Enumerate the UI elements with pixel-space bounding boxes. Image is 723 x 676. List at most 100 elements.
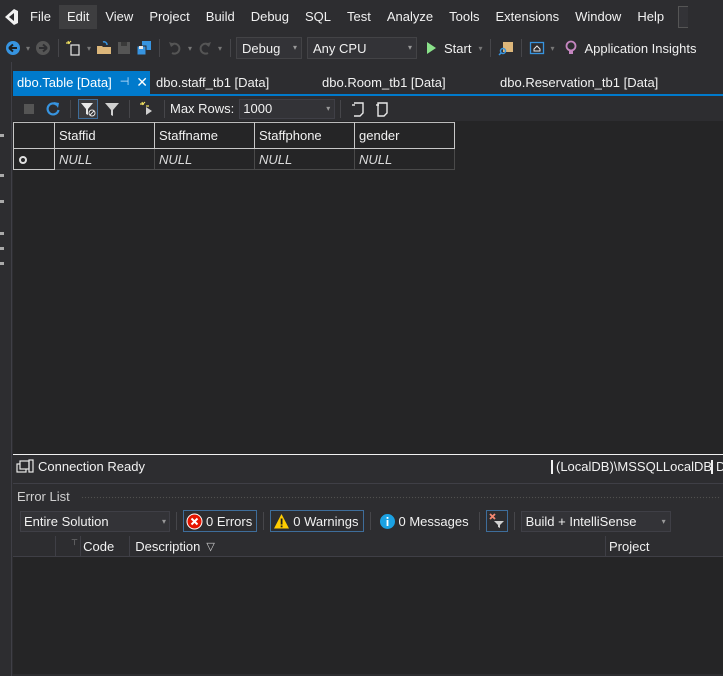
left-tool-strip	[0, 62, 12, 676]
menu-help[interactable]: Help	[629, 5, 672, 29]
start-button[interactable]: Start	[421, 41, 475, 56]
toolbar-separator	[70, 99, 71, 118]
tab-staff-tb1[interactable]: dbo.staff_tb1 [Data]	[152, 71, 318, 94]
apply-filter-toggle-icon[interactable]	[78, 98, 98, 119]
menu-view[interactable]: View	[97, 5, 141, 29]
new-row-marker-icon	[19, 155, 27, 164]
new-row-selector[interactable]	[13, 148, 55, 170]
error-list-header: ⊤ Code Description ▽ Project	[13, 535, 723, 557]
panel-divider[interactable]	[13, 483, 723, 484]
script-to-window-icon[interactable]	[372, 99, 392, 119]
column-header-gender[interactable]: gender	[354, 122, 455, 149]
toolbar-separator	[340, 99, 342, 118]
new-item-dropdown-icon[interactable]: ▾	[84, 38, 94, 58]
scope-select[interactable]: Entire Solution ▾	[20, 510, 170, 532]
execute-script-icon[interactable]	[137, 99, 157, 119]
error-list-title: Error List	[17, 489, 70, 504]
menu-project[interactable]: Project	[141, 5, 197, 29]
error-list-toolbar: Entire Solution ▾ 0 Errors 0 Warnings 0 M…	[13, 509, 723, 533]
data-grid: Staffid Staffname Staffphone gender NULL…	[13, 122, 455, 170]
open-folder-icon[interactable]	[94, 38, 114, 58]
solution-platform-select[interactable]: Any CPU ▾	[307, 37, 417, 59]
column-header-project[interactable]: Project	[605, 535, 723, 557]
grid-cell[interactable]: NULL	[154, 148, 255, 170]
menu-edit[interactable]: Edit	[58, 5, 98, 29]
start-dropdown-icon[interactable]: ▾	[475, 38, 485, 58]
data-toolbar: Max Rows: 1000 ▾	[13, 96, 723, 121]
pin-icon[interactable]: ⊣	[120, 71, 130, 94]
error-icon	[186, 513, 203, 530]
application-insights-button[interactable]: Application Insights	[584, 41, 696, 56]
chevron-down-icon: ▾	[407, 43, 412, 52]
menu-tools[interactable]: Tools	[441, 5, 487, 29]
grid-corner-cell[interactable]	[13, 122, 55, 149]
toolbar-separator	[159, 39, 160, 57]
refresh-icon[interactable]	[43, 99, 63, 119]
menu-extensions[interactable]: Extensions	[487, 5, 567, 29]
grid-cell[interactable]: NULL	[54, 148, 155, 170]
menu-analyze[interactable]: Analyze	[379, 5, 441, 29]
navigate-forward-icon[interactable]	[33, 38, 53, 58]
menu-bar: File Edit View Project Build Debug SQL T…	[0, 0, 723, 34]
navigate-back-icon[interactable]	[3, 38, 23, 58]
menu-build[interactable]: Build	[198, 5, 243, 29]
undo-icon[interactable]	[165, 38, 185, 58]
sort-descending-icon: ▽	[206, 540, 215, 553]
close-icon[interactable]: ✕	[136, 71, 148, 94]
query-status-bar: Connection Ready (LocalDB)\MSSQLLocalDB …	[13, 454, 723, 478]
column-header-code[interactable]: Code	[80, 535, 129, 557]
save-all-icon[interactable]	[134, 38, 154, 58]
grid-cell[interactable]: NULL	[354, 148, 455, 170]
column-header-staffname[interactable]: Staffname	[154, 122, 255, 149]
toolbar-separator	[478, 512, 480, 530]
column-header-staffid[interactable]: Staffid	[54, 122, 155, 149]
panel-drag-handle[interactable]	[81, 496, 721, 500]
main-toolbar: ▾ ▾ ▾ ▾ Debug ▾ Any CPU ▾ Start ▾ ▾ Appl…	[0, 34, 723, 62]
chevron-down-icon: ▾	[292, 43, 297, 52]
max-rows-select[interactable]: 1000 ▾	[239, 98, 336, 119]
error-list-panel: Error List Entire Solution ▾ 0 Errors 0 W…	[13, 485, 723, 676]
toolbar-separator	[490, 39, 492, 57]
menu-window[interactable]: Window	[567, 5, 629, 29]
tab-dbo-table[interactable]: dbo.Table [Data] ⊣ ✕	[13, 71, 151, 94]
filter-icon[interactable]	[102, 99, 122, 119]
errors-toggle-button[interactable]: 0 Errors	[183, 510, 258, 532]
column-header-category[interactable]	[27, 536, 55, 557]
menu-debug[interactable]: Debug	[243, 5, 297, 29]
messages-toggle-button[interactable]: 0 Messages	[377, 510, 473, 532]
solution-configuration-select[interactable]: Debug ▾	[236, 37, 302, 59]
column-header-suppression-icon[interactable]: ⊤	[54, 535, 81, 557]
toolbar-separator	[176, 512, 177, 530]
clear-filter-icon[interactable]	[485, 510, 508, 532]
column-header-description[interactable]: Description ▽	[129, 535, 605, 557]
new-item-icon[interactable]	[64, 38, 84, 58]
stop-icon[interactable]	[19, 99, 39, 119]
chevron-down-icon: ▾	[161, 516, 166, 526]
menu-test[interactable]: Test	[339, 5, 379, 29]
build-intellisense-select[interactable]: Build + IntelliSense ▾	[520, 510, 671, 532]
table-row: NULL NULL NULL NULL	[13, 148, 455, 170]
browser-link-icon[interactable]	[527, 38, 547, 58]
menu-sql[interactable]: SQL	[297, 5, 339, 29]
tab-room-tb1[interactable]: dbo.Room_tb1 [Data]	[318, 71, 496, 94]
error-list-body	[13, 557, 723, 674]
chevron-down-icon: ▾	[661, 516, 666, 526]
find-in-files-icon[interactable]	[496, 38, 516, 58]
redo-icon[interactable]	[195, 38, 215, 58]
column-header-staffphone[interactable]: Staffphone	[254, 122, 355, 149]
save-icon[interactable]	[114, 38, 134, 58]
grid-header-row: Staffid Staffname Staffphone gender	[13, 122, 455, 149]
warnings-toggle-button[interactable]: 0 Warnings	[270, 510, 364, 532]
grid-cell[interactable]: NULL	[254, 148, 355, 170]
undo-dropdown-icon[interactable]: ▾	[185, 38, 195, 58]
tab-reservation-tb1[interactable]: dbo.Reservation_tb1 [Data]	[496, 71, 662, 94]
toolbar-overflow-icon[interactable]: ▾	[547, 38, 557, 58]
search-box[interactable]	[678, 6, 689, 28]
menu-file[interactable]: File	[22, 5, 59, 29]
redo-dropdown-icon[interactable]: ▾	[215, 38, 225, 58]
script-to-file-icon[interactable]	[348, 99, 368, 119]
server-name: (LocalDB)\MSSQLLocalDB	[551, 459, 712, 475]
toolbar-separator	[369, 512, 371, 530]
back-dropdown-icon[interactable]: ▾	[23, 38, 33, 58]
toolbar-separator	[263, 512, 265, 530]
